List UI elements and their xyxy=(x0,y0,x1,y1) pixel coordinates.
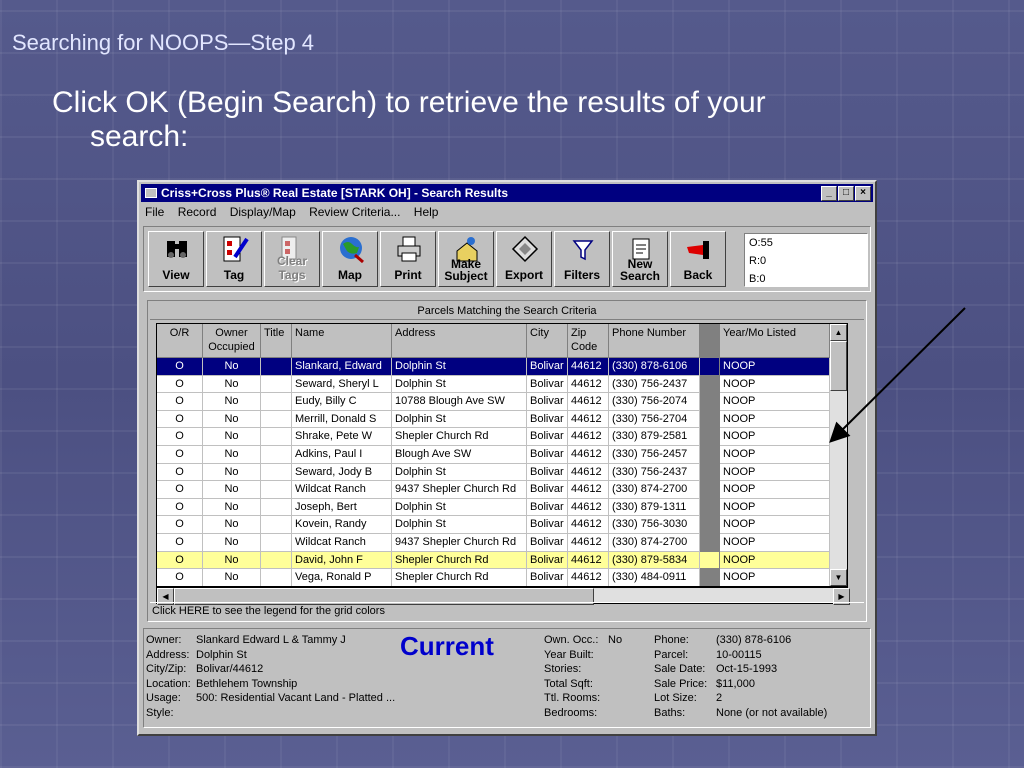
annotation-arrow xyxy=(829,307,966,443)
arrow-line xyxy=(829,307,966,443)
